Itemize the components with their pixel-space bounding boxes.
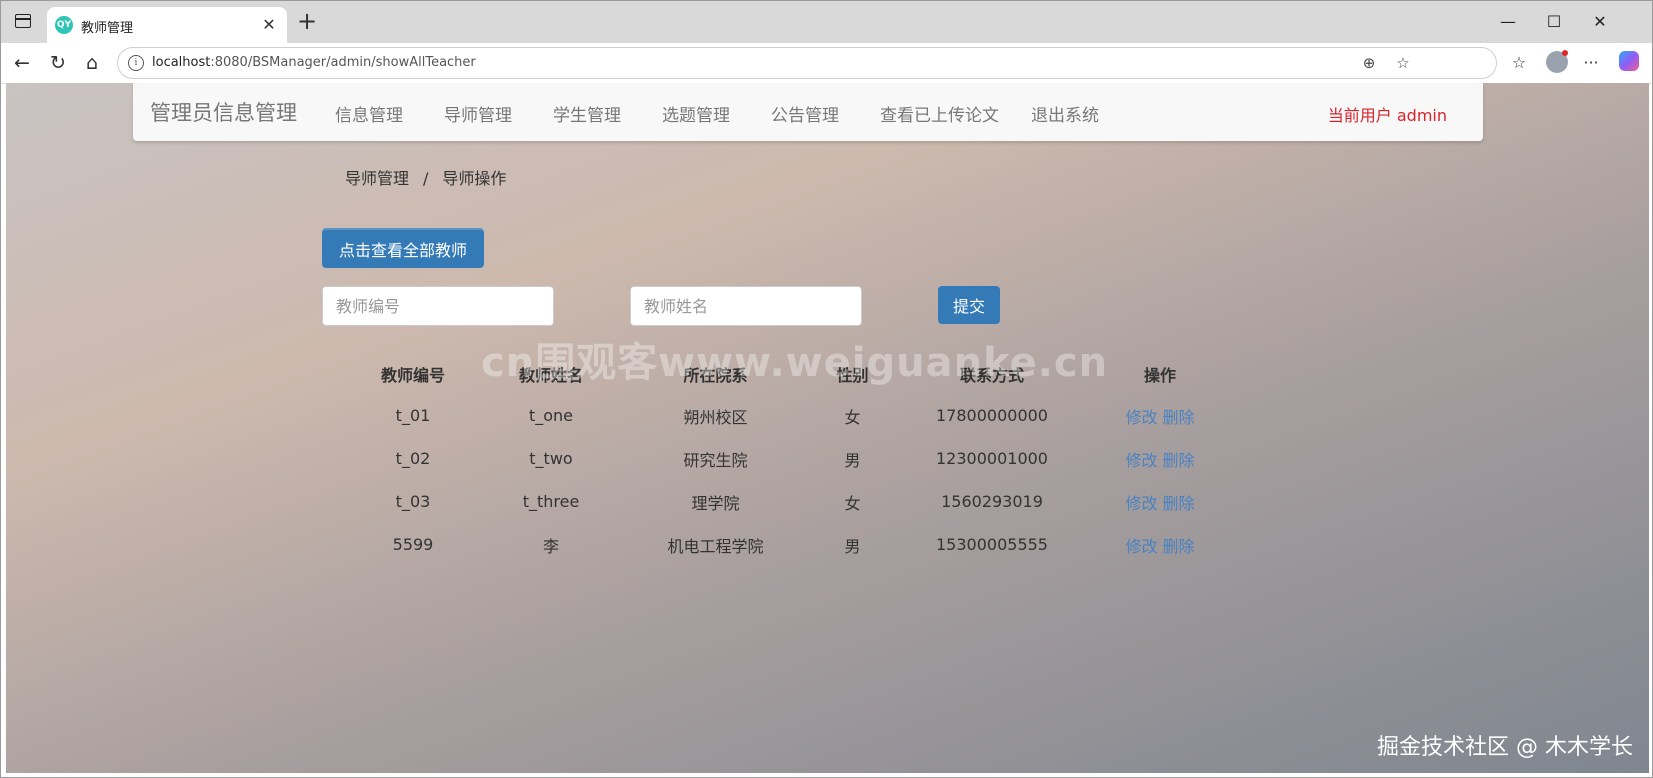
cell-operation: 修改 删除	[1073, 437, 1247, 480]
close-window-icon[interactable]: ✕	[1585, 9, 1615, 35]
breadcrumb: 导师管理 / 导师操作	[345, 165, 506, 189]
zoom-icon[interactable]: ⊕	[1358, 52, 1380, 74]
edit-link[interactable]: 修改	[1125, 451, 1157, 470]
table-row: t_03 t_three 理学院 女 1560293019 修改 删除	[361, 480, 1247, 523]
copilot-icon[interactable]	[1619, 51, 1639, 71]
more-menu-icon[interactable]: ···	[1579, 51, 1603, 75]
breadcrumb-separator: /	[423, 169, 429, 188]
url-input[interactable]: i localhost:8080/BSManager/admin/showAll…	[117, 47, 1497, 79]
current-user: 当前用户 admin	[1327, 106, 1447, 125]
cell-id: t_03	[395, 492, 431, 511]
sidebar-toggle-icon[interactable]	[15, 14, 31, 28]
cell-dept: 理学院	[691, 493, 740, 513]
tab-title: 教师管理	[81, 21, 134, 36]
reload-icon[interactable]: ↻	[45, 50, 71, 76]
cell-phone: 1560293019	[941, 492, 1043, 511]
favicon-icon: QY	[55, 16, 73, 34]
teacher-name-input[interactable]	[630, 286, 862, 326]
breadcrumb-current: 导师操作	[442, 169, 507, 188]
cell-phone: 15300005555	[936, 535, 1048, 554]
cell-id: 5599	[392, 535, 434, 554]
top-navbar: 管理员信息管理 信息管理 导师管理 学生管理 选题管理 公告管理 查看已上传论文…	[133, 83, 1483, 141]
favorites-icon[interactable]: ☆	[1507, 51, 1531, 75]
cell-dept: 朔州校区	[683, 407, 748, 427]
nav-item-teacher[interactable]: 导师管理	[444, 101, 512, 126]
url-host: localhost	[152, 55, 211, 70]
cell-name: t_three	[522, 492, 580, 511]
edit-link[interactable]: 修改	[1125, 494, 1157, 513]
cell-dept: 机电工程学院	[667, 536, 764, 556]
nav-item-logout[interactable]: 退出系统	[1031, 101, 1099, 126]
url-text: localhost:8080/BSManager/admin/showAllTe…	[152, 55, 476, 70]
new-tab-icon[interactable]: +	[294, 9, 320, 35]
nav-item-info[interactable]: 信息管理	[335, 101, 403, 126]
navbar-brand[interactable]: 管理员信息管理	[150, 97, 297, 127]
cell-name: t_one	[528, 406, 574, 425]
nav-item-topic[interactable]: 选题管理	[662, 101, 730, 126]
cell-id: t_02	[395, 449, 431, 468]
cell-sex: 女	[844, 407, 861, 427]
minimize-icon[interactable]: —	[1493, 9, 1523, 35]
watermark-text: cn围观客www.weiguanke.cn	[481, 340, 1109, 386]
address-bar: ← ↻ ⌂ i localhost:8080/BSManager/admin/s…	[1, 43, 1652, 84]
browser-tab[interactable]: QY 教师管理 ✕	[47, 7, 287, 43]
edit-link[interactable]: 修改	[1125, 408, 1157, 427]
cell-phone: 12300001000	[936, 449, 1048, 468]
table-row: t_01 t_one 朔州校区 女 17800000000 修改 删除	[361, 394, 1247, 437]
favorite-star-icon[interactable]: ☆	[1392, 52, 1414, 74]
cell-phone: 17800000000	[936, 406, 1048, 425]
url-path: :8080/BSManager/admin/showAllTeacher	[210, 55, 476, 70]
maximize-icon[interactable]: ☐	[1539, 9, 1569, 35]
breadcrumb-parent[interactable]: 导师管理	[345, 169, 409, 188]
browser-window: QY 教师管理 ✕ + — ☐ ✕ ← ↻ ⌂ i localhost:8080…	[0, 0, 1653, 778]
edit-link[interactable]: 修改	[1125, 537, 1157, 556]
tab-bar: QY 教师管理 ✕ + — ☐ ✕	[1, 1, 1652, 43]
nav-item-papers[interactable]: 查看已上传论文	[880, 101, 999, 126]
site-info-icon[interactable]: i	[128, 55, 144, 71]
cell-dept: 研究生院	[683, 450, 748, 470]
home-icon[interactable]: ⌂	[79, 50, 105, 76]
cell-operation: 修改 删除	[1073, 394, 1247, 437]
page-viewport: 管理员信息管理 信息管理 导师管理 学生管理 选题管理 公告管理 查看已上传论文…	[6, 83, 1649, 773]
back-icon[interactable]: ←	[9, 50, 35, 76]
header-id: 教师编号	[380, 366, 445, 385]
close-tab-icon[interactable]: ✕	[259, 15, 279, 35]
cell-name: t_two	[529, 449, 573, 468]
nav-item-student[interactable]: 学生管理	[553, 101, 621, 126]
table-row: 5599 李 机电工程学院 男 15300005555 修改 删除	[361, 523, 1247, 566]
submit-button[interactable]: 提交	[938, 286, 1000, 324]
cell-name: 李	[542, 536, 559, 556]
cell-sex: 男	[844, 450, 861, 470]
cell-id: t_01	[395, 406, 431, 425]
delete-link[interactable]: 删除	[1163, 408, 1195, 427]
delete-link[interactable]: 删除	[1163, 537, 1195, 556]
delete-link[interactable]: 删除	[1163, 494, 1195, 513]
show-all-teachers-button[interactable]: 点击查看全部教师	[322, 230, 484, 268]
cell-operation: 修改 删除	[1073, 480, 1247, 523]
table-row: t_02 t_two 研究生院 男 12300001000 修改 删除	[361, 437, 1247, 480]
cell-sex: 女	[844, 493, 861, 513]
cell-sex: 男	[844, 536, 861, 556]
nav-item-notice[interactable]: 公告管理	[771, 101, 839, 126]
teacher-id-input[interactable]	[322, 286, 554, 326]
delete-link[interactable]: 删除	[1163, 451, 1195, 470]
corner-watermark: 掘金技术社区 @ 木木学长	[1377, 735, 1633, 760]
cell-operation: 修改 删除	[1073, 523, 1247, 566]
notification-dot-icon	[1562, 50, 1568, 56]
